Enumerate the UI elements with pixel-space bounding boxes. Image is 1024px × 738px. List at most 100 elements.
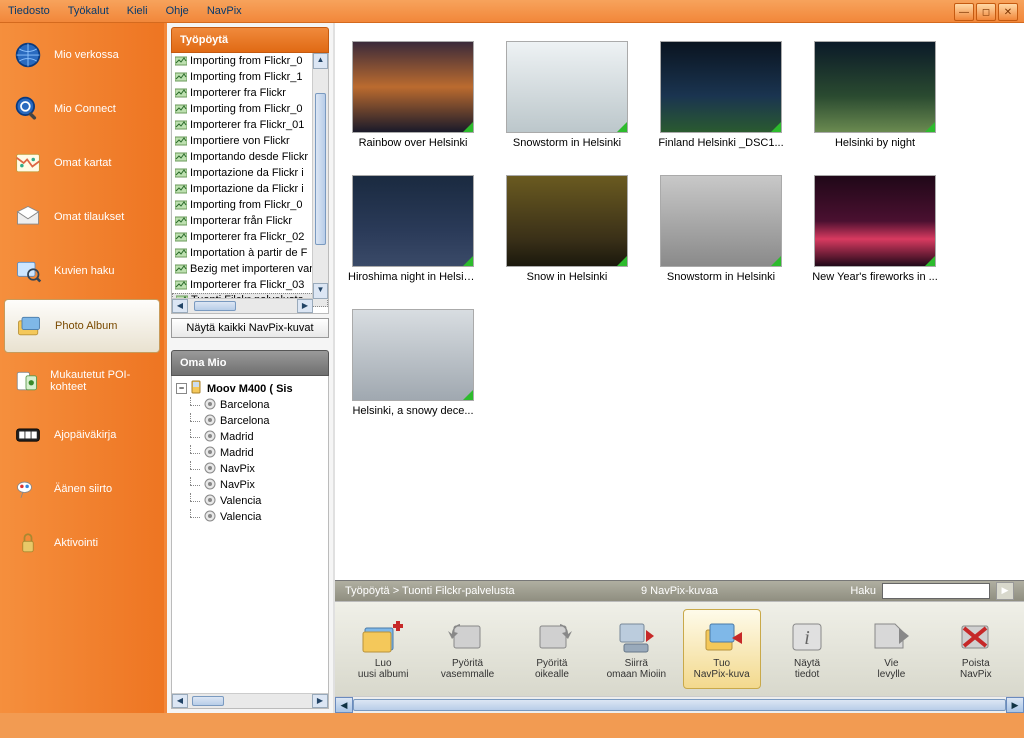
album-list-row[interactable]: Importiere von Flickr (172, 133, 328, 149)
scroll-left-arrow[interactable]: ◀ (172, 299, 188, 313)
tree-scroll-thumb[interactable] (192, 696, 224, 706)
sidebar-nav: Mio verkossaMio ConnectOmat kartatOmat t… (0, 23, 164, 713)
tree-item[interactable]: Madrid (176, 445, 324, 461)
sidebar-item-1[interactable]: Mio Connect (4, 83, 160, 135)
tree-collapse-icon[interactable]: − (176, 383, 187, 394)
tree-item[interactable]: Valencia (176, 493, 324, 509)
scroll-right-arrow[interactable]: ▶ (297, 299, 313, 313)
album-list-row[interactable]: Importazione da Flickr i (172, 165, 328, 181)
content-scroll-left[interactable]: ◀ (335, 697, 353, 713)
minimize-button[interactable]: — (954, 3, 974, 21)
thumbnail-cell[interactable]: Snowstorm in Helsinki (661, 175, 781, 283)
album-icon (175, 103, 187, 115)
content-scroll-right[interactable]: ▶ (1006, 697, 1024, 713)
sidebar-item-9[interactable]: Aktivointi (4, 517, 160, 569)
sidebar-item-2[interactable]: Omat kartat (4, 137, 160, 189)
device-tree[interactable]: −Moov M400 ( SisBarcelonaBarcelonaMadrid… (171, 376, 329, 709)
thumbnail-cell[interactable]: Snowstorm in Helsinki (507, 41, 627, 149)
tree-item[interactable]: Valencia (176, 509, 324, 525)
search-input[interactable] (882, 583, 990, 599)
thumbnail-cell[interactable]: Helsinki, a snowy dece... (353, 309, 473, 417)
geotag-corner-icon (771, 256, 781, 266)
maximize-button[interactable]: ◻ (976, 3, 996, 21)
menu-tools[interactable]: Työkalut (68, 5, 109, 17)
album-list-row[interactable]: Importing from Flickr_0 (172, 197, 328, 213)
tree-scrollbar-horizontal[interactable]: ◀ ▶ (172, 693, 328, 708)
search-go-button[interactable]: ▶ (996, 582, 1014, 600)
album-label: Importing from Flickr_0 (190, 55, 302, 67)
toolbar-btn-0[interactable]: Luouusi albumi (345, 610, 421, 688)
thumbnail-cell[interactable]: Rainbow over Helsinki (353, 41, 473, 149)
thumbnail-image[interactable] (506, 41, 628, 133)
tree-item[interactable]: NavPix (176, 477, 324, 493)
thumbnail-image[interactable] (352, 175, 474, 267)
tree-item-label: Madrid (220, 447, 254, 459)
content-scrollbar-horizontal[interactable]: ◀ ▶ (335, 696, 1024, 713)
tree-scroll-right[interactable]: ▶ (312, 694, 328, 708)
thumbnail-image[interactable] (352, 41, 474, 133)
thumbnail-cell[interactable]: Helsinki by night (815, 41, 935, 149)
scroll-down-arrow[interactable]: ▼ (313, 283, 328, 299)
thumbnail-image[interactable] (814, 175, 936, 267)
content-scroll-track[interactable] (353, 699, 1006, 711)
thumbnail-label: Helsinki, a snowy dece... (352, 405, 473, 417)
toolbar-btn-3[interactable]: Siirräomaan Mioiin (598, 610, 674, 688)
tree-item[interactable]: NavPix (176, 461, 324, 477)
toolbar-btn-6[interactable]: Vielevylle (853, 610, 929, 688)
menu-help[interactable]: Ohje (166, 5, 189, 17)
album-list-row[interactable]: Importando desde Flickr (172, 149, 328, 165)
album-list-row[interactable]: Importation à partir de F (172, 245, 328, 261)
thumbnail-image[interactable] (660, 175, 782, 267)
sidebar-item-5[interactable]: Photo Album (4, 299, 160, 353)
thumbnail-image[interactable] (814, 41, 936, 133)
thumbnail-cell[interactable]: New Year's fireworks in ... (815, 175, 935, 283)
tree-item[interactable]: Barcelona (176, 397, 324, 413)
toolbar-btn-2[interactable]: Pyöritäoikealle (514, 610, 590, 688)
tree-item[interactable]: Barcelona (176, 413, 324, 429)
album-list-row[interactable]: Importerer fra Flickr_01 (172, 117, 328, 133)
thumbnail-cell[interactable]: Snow in Helsinki (507, 175, 627, 283)
thumbnail-cell[interactable]: Finland Helsinki _DSC1... (661, 41, 781, 149)
scroll-thumb-vertical[interactable] (315, 93, 326, 245)
album-list-row[interactable]: Bezig met importeren van (172, 261, 328, 277)
tree-scroll-left[interactable]: ◀ (172, 694, 188, 708)
sidebar-item-7[interactable]: Ajopäiväkirja (4, 409, 160, 461)
thumbnail-image[interactable] (506, 175, 628, 267)
toolbar-btn-5[interactable]: iNäytätiedot (769, 610, 845, 688)
album-list-row[interactable]: Importing from Flickr_0 (172, 53, 328, 69)
thumbnail-image[interactable] (660, 41, 782, 133)
scroll-thumb-horizontal[interactable] (194, 301, 236, 311)
album-list-row[interactable]: Importerar från Flickr (172, 213, 328, 229)
thumbnail-cell[interactable]: Hiroshima night in Helsin... (353, 175, 473, 283)
sidebar-icon-8 (10, 473, 46, 505)
sidebar-icon-2 (10, 147, 46, 179)
album-list-row[interactable]: Importing from Flickr_1 (172, 69, 328, 85)
sidebar-item-3[interactable]: Omat tilaukset (4, 191, 160, 243)
menu-navpix[interactable]: NavPix (207, 5, 242, 17)
toolbar-btn-4[interactable]: TuoNavPix-kuva (683, 609, 761, 689)
album-list-row[interactable]: Importazione da Flickr i (172, 181, 328, 197)
tree-item[interactable]: Madrid (176, 429, 324, 445)
sidebar-item-0[interactable]: Mio verkossa (4, 29, 160, 81)
show-all-navpix-button[interactable]: Näytä kaikki NavPix-kuvat (171, 318, 329, 338)
scroll-up-arrow[interactable]: ▲ (313, 53, 328, 69)
sidebar-item-4[interactable]: Kuvien haku (4, 245, 160, 297)
album-list-row[interactable]: Importerer fra Flickr_02 (172, 229, 328, 245)
toolbar-btn-7[interactable]: PoistaNavPix (938, 610, 1014, 688)
album-list-row[interactable]: Importerer fra Flickr_03 (172, 277, 328, 293)
svg-text:i: i (804, 627, 810, 649)
album-list-row[interactable]: Importing from Flickr_0 (172, 101, 328, 117)
menu-file[interactable]: Tiedosto (8, 5, 50, 17)
close-button[interactable]: ✕ (998, 3, 1018, 21)
sidebar-item-8[interactable]: Äänen siirto (4, 463, 160, 515)
list-scrollbar-horizontal[interactable]: ◀ ▶ (172, 298, 313, 313)
toolbar-label: TuoNavPix-kuva (694, 658, 750, 680)
desktop-album-list[interactable]: Importing from Flickr_0 Importing from Fl… (172, 53, 328, 313)
tree-root[interactable]: −Moov M400 ( Sis (176, 380, 324, 397)
album-list-row[interactable]: Importerer fra Flickr (172, 85, 328, 101)
list-scrollbar-vertical[interactable]: ▲ ▼ (312, 53, 328, 299)
sidebar-item-6[interactable]: Mukautetut POI-kohteet (4, 355, 160, 407)
toolbar-btn-1[interactable]: Pyöritävasemmalle (429, 610, 505, 688)
menu-language[interactable]: Kieli (127, 5, 148, 17)
thumbnail-image[interactable] (352, 309, 474, 401)
